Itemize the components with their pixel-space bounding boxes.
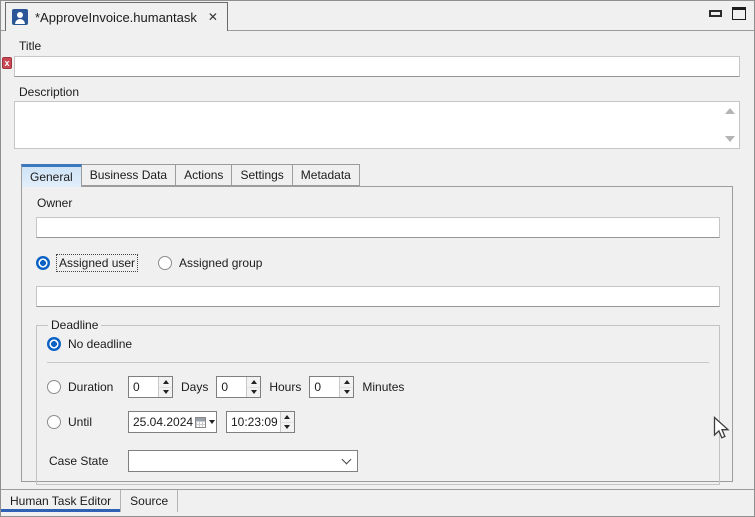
hours-label: Hours — [269, 380, 301, 394]
error-marker-icon: x — [2, 57, 12, 69]
human-task-editor-window: *ApproveInvoice.humantask ✕ Title x Desc… — [0, 0, 755, 517]
description-label: Description — [19, 85, 740, 99]
until-time-stepper[interactable]: 10:23:09 — [226, 411, 295, 433]
tab-human-task-editor-label: Human Task Editor — [10, 494, 111, 508]
combo-dropdown-button[interactable] — [335, 451, 357, 471]
scroll-up-icon[interactable] — [725, 108, 735, 114]
description-field-wrap — [14, 101, 740, 149]
maximize-icon[interactable] — [732, 7, 746, 20]
minimize-icon[interactable] — [709, 10, 722, 17]
general-tab-panel: Owner Assigned user Assigned group Deadl… — [21, 186, 733, 482]
tab-source[interactable]: Source — [121, 490, 178, 512]
spin-up-icon[interactable] — [247, 377, 260, 388]
until-label[interactable]: Until — [68, 415, 92, 429]
assignee-input[interactable] — [36, 286, 720, 307]
tab-metadata[interactable]: Metadata — [293, 164, 360, 186]
title-field-row: x — [14, 56, 740, 77]
tab-actions[interactable]: Actions — [176, 164, 232, 186]
until-row: Until 25.04.2024 10:23:09 — [47, 411, 711, 433]
until-date-picker[interactable]: 25.04.2024 — [128, 411, 217, 433]
spin-down-icon[interactable] — [159, 388, 172, 398]
minutes-stepper[interactable]: 0 — [309, 376, 354, 398]
spin-down-icon[interactable] — [247, 388, 260, 398]
title-input[interactable] — [14, 56, 740, 77]
no-deadline-row: No deadline — [47, 337, 711, 351]
human-task-icon — [12, 9, 28, 25]
no-deadline-radio[interactable] — [47, 337, 61, 351]
assigned-user-label[interactable]: Assigned user — [57, 255, 137, 271]
case-state-value — [129, 451, 335, 471]
deadline-legend: Deadline — [48, 318, 101, 332]
description-input[interactable] — [14, 101, 740, 149]
tab-general[interactable]: General — [21, 164, 82, 187]
scroll-down-icon[interactable] — [725, 136, 735, 142]
tab-source-label: Source — [130, 494, 168, 508]
task-form: Title x Description General Business Dat… — [1, 31, 754, 482]
assigned-group-label[interactable]: Assigned group — [179, 256, 262, 270]
minutes-value: 0 — [310, 377, 339, 397]
minutes-label: Minutes — [362, 380, 404, 394]
hours-spin-buttons — [246, 377, 260, 397]
assigned-user-radio[interactable] — [36, 256, 50, 270]
until-time-value: 10:23:09 — [227, 412, 280, 432]
minutes-spin-buttons — [339, 377, 353, 397]
until-date-value: 25.04.2024 — [129, 412, 193, 432]
tab-business-data[interactable]: Business Data — [82, 164, 176, 186]
title-label: Title — [19, 31, 740, 53]
until-radio[interactable] — [47, 415, 61, 429]
tab-business-data-label: Business Data — [90, 168, 167, 182]
case-state-row: Case State — [47, 450, 711, 472]
days-stepper[interactable]: 0 — [128, 376, 173, 398]
close-tab-icon[interactable]: ✕ — [208, 10, 218, 24]
tab-metadata-label: Metadata — [301, 168, 351, 182]
hours-stepper[interactable]: 0 — [216, 376, 261, 398]
dropdown-arrow-icon — [209, 420, 215, 424]
case-state-combobox[interactable] — [128, 450, 358, 472]
calendar-icon — [195, 417, 206, 428]
owner-label: Owner — [37, 196, 720, 210]
spin-down-icon[interactable] — [340, 388, 353, 398]
days-spin-buttons — [158, 377, 172, 397]
owner-input[interactable] — [36, 217, 720, 238]
days-label: Days — [181, 380, 208, 394]
assignment-radio-row: Assigned user Assigned group — [36, 255, 720, 271]
hours-value: 0 — [217, 377, 246, 397]
time-spin-buttons — [280, 412, 294, 432]
date-picker-button[interactable] — [193, 412, 219, 432]
duration-row: Duration 0 Days 0 — [47, 376, 711, 398]
properties-tab-folder: General Business Data Actions Settings M… — [21, 164, 733, 482]
case-state-label: Case State — [49, 454, 108, 468]
tab-human-task-editor[interactable]: Human Task Editor — [1, 490, 121, 512]
spin-up-icon[interactable] — [281, 412, 294, 423]
editor-tab-approveinvoice[interactable]: *ApproveInvoice.humantask ✕ — [5, 2, 228, 31]
days-value: 0 — [129, 377, 158, 397]
editor-mode-tabs: Human Task Editor Source — [1, 489, 754, 512]
tab-settings[interactable]: Settings — [232, 164, 292, 186]
editor-tab-title: *ApproveInvoice.humantask — [35, 10, 197, 25]
editor-tab-strip: *ApproveInvoice.humantask ✕ — [1, 1, 754, 31]
deadline-separator — [47, 362, 709, 363]
spin-down-icon[interactable] — [281, 423, 294, 433]
tab-settings-label: Settings — [240, 168, 283, 182]
properties-tabs: General Business Data Actions Settings M… — [21, 164, 733, 186]
chevron-down-icon — [341, 454, 351, 464]
tab-actions-label: Actions — [184, 168, 223, 182]
deadline-group: Deadline No deadline Duration 0 — [36, 318, 720, 485]
tab-general-label: General — [30, 170, 73, 184]
duration-label[interactable]: Duration — [68, 380, 113, 394]
no-deadline-label[interactable]: No deadline — [68, 337, 132, 351]
spin-up-icon[interactable] — [159, 377, 172, 388]
assigned-group-radio[interactable] — [158, 256, 172, 270]
duration-radio[interactable] — [47, 380, 61, 394]
view-controls — [709, 7, 746, 20]
spin-up-icon[interactable] — [340, 377, 353, 388]
